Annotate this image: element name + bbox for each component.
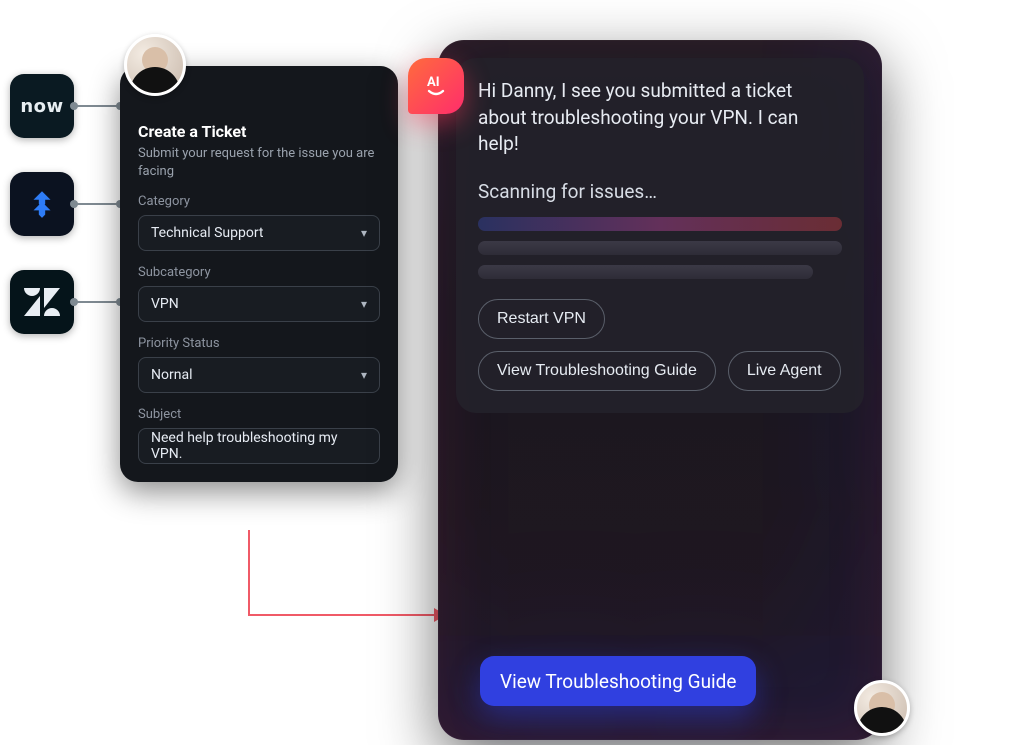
- progress-bar: [478, 217, 842, 231]
- user-reply-text: View Troubleshooting Guide: [500, 670, 736, 693]
- action-restart-vpn-button[interactable]: Restart VPN: [478, 299, 605, 339]
- connector-line: [74, 203, 120, 205]
- ai-badge: AI: [408, 58, 464, 114]
- priority-value: Nornal: [151, 367, 192, 383]
- ai-badge-icon: AI: [421, 71, 451, 101]
- action-live-agent-button[interactable]: Live Agent: [728, 351, 841, 391]
- servicenow-logo-icon: now: [20, 96, 63, 117]
- progress-bar: [478, 265, 813, 279]
- ticket-form-title: Create a Ticket: [138, 122, 380, 141]
- subject-input[interactable]: Need help troubleshooting my VPN.: [138, 428, 380, 464]
- integration-tile-jira[interactable]: [10, 172, 74, 236]
- replier-avatar: [854, 680, 910, 736]
- chevron-down-icon: ▾: [361, 368, 367, 382]
- ai-scanning-text: Scanning for issues…: [478, 180, 842, 203]
- zendesk-logo-icon: [24, 288, 60, 316]
- integration-tile-servicenow[interactable]: now: [10, 74, 74, 138]
- ticket-form-subtitle: Submit your request for the issue you ar…: [138, 145, 380, 180]
- requester-avatar: [124, 34, 186, 96]
- subcategory-value: VPN: [151, 296, 179, 312]
- category-label: Category: [138, 194, 380, 209]
- flow-line-horizontal: [248, 614, 436, 616]
- priority-select[interactable]: Nornal ▾: [138, 357, 380, 393]
- subject-label: Subject: [138, 407, 380, 422]
- jira-logo-icon: [25, 187, 59, 221]
- user-reply-pill[interactable]: View Troubleshooting Guide: [480, 656, 756, 706]
- ticket-form-card: Create a Ticket Submit your request for …: [120, 66, 398, 482]
- connector-line: [74, 301, 120, 303]
- scan-progress: [478, 217, 842, 279]
- ai-assistant-panel: Hi Danny, I see you submitted a ticket a…: [438, 40, 882, 740]
- flow-line-vertical: [248, 530, 250, 614]
- priority-label: Priority Status: [138, 336, 380, 351]
- integration-tile-zendesk[interactable]: [10, 270, 74, 334]
- category-select[interactable]: Technical Support ▾: [138, 215, 380, 251]
- category-value: Technical Support: [151, 225, 264, 241]
- ai-suggested-actions: Restart VPN View Troubleshooting Guide L…: [478, 299, 842, 391]
- subject-value: Need help troubleshooting my VPN.: [151, 430, 367, 462]
- chevron-down-icon: ▾: [361, 226, 367, 240]
- ai-greeting-text: Hi Danny, I see you submitted a ticket a…: [478, 78, 842, 158]
- action-view-guide-button[interactable]: View Troubleshooting Guide: [478, 351, 716, 391]
- subcategory-select[interactable]: VPN ▾: [138, 286, 380, 322]
- ai-message-card: Hi Danny, I see you submitted a ticket a…: [456, 58, 864, 413]
- svg-text:AI: AI: [427, 75, 440, 90]
- chevron-down-icon: ▾: [361, 297, 367, 311]
- connector-line: [74, 105, 120, 107]
- progress-bar: [478, 241, 842, 255]
- stage: now Create a Ticket Submit your request …: [0, 0, 1024, 745]
- subcategory-label: Subcategory: [138, 265, 380, 280]
